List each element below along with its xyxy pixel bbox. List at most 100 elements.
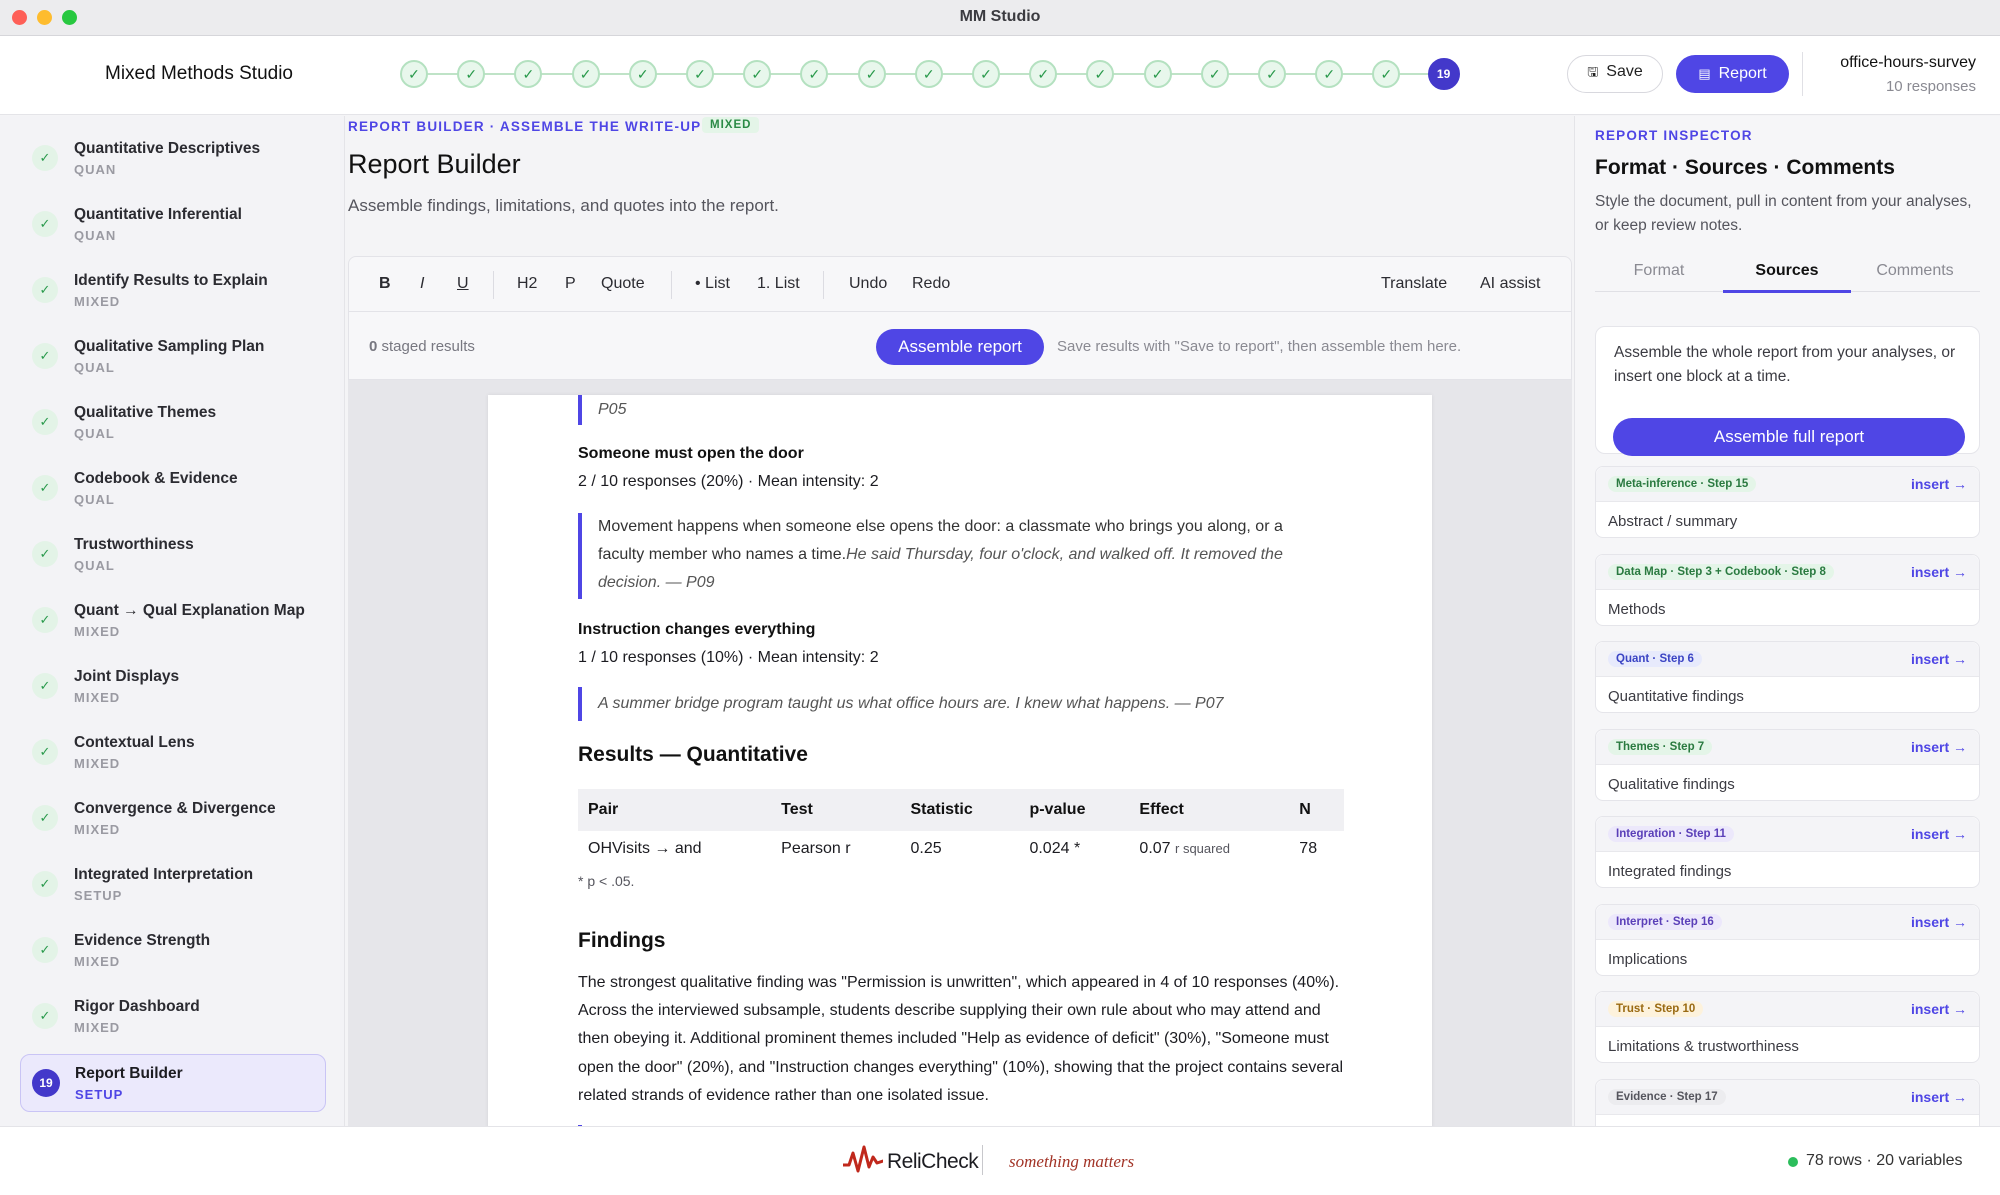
table-header-row: Pair Test Statistic p-value Effect N (578, 789, 1344, 831)
editor-toolbar: B I U H2 P Quote • List 1. List Undo Red… (348, 256, 1572, 312)
sidebar-item-label: Report Builder (75, 1065, 183, 1082)
step-complete-icon[interactable]: ✓ (1086, 60, 1115, 88)
report-page[interactable]: P05 Someone must open the door 2 / 10 re… (488, 395, 1432, 1126)
heading2-button[interactable]: H2 (517, 275, 537, 293)
sidebar-item-label: Qualitative Sampling Plan (74, 338, 265, 355)
source-card-header: Evidence · Step 17 insert → (1596, 1079, 1979, 1115)
step-complete-icon[interactable]: ✓ (457, 60, 486, 88)
assemble-report-button[interactable]: Assemble report (876, 329, 1044, 365)
quote-button[interactable]: Quote (601, 275, 645, 293)
sidebar-item[interactable]: ✓ Codebook & Evidence QUAL (20, 460, 326, 518)
check-icon: ✓ (32, 475, 58, 501)
step-complete-icon[interactable]: ✓ (1143, 60, 1172, 88)
translate-button[interactable]: Translate (1381, 275, 1447, 293)
step-complete-icon[interactable]: ✓ (1200, 60, 1229, 88)
sidebar-item-tag: QUAL (74, 492, 115, 507)
cell-statistic: 0.25 (910, 840, 942, 857)
step-complete-icon[interactable]: ✓ (914, 60, 943, 88)
ai-assist-button[interactable]: AI assist (1480, 275, 1540, 293)
step-complete-icon[interactable]: ✓ (400, 60, 428, 88)
sidebar-item[interactable]: ✓ Qualitative Sampling Plan QUAL (20, 328, 326, 386)
source-section-label: Methods (1608, 600, 1666, 618)
tab-sources[interactable]: Sources (1723, 262, 1851, 280)
source-card-header: Quant · Step 6 insert → (1596, 642, 1979, 677)
insert-link[interactable]: insert → (1911, 564, 1967, 580)
source-card: Integration · Step 11 insert → Integrated … (1595, 816, 1980, 888)
insert-link[interactable]: insert → (1911, 826, 1967, 842)
sidebar-item[interactable]: ✓ Rigor Dashboard MIXED (20, 988, 326, 1046)
step-complete-icon[interactable]: ✓ (571, 60, 600, 88)
source-step-badge: Trust · Step 10 (1608, 1001, 1704, 1017)
sidebar-item[interactable]: ✓ Identify Results to Explain MIXED (20, 262, 326, 320)
undo-button[interactable]: Undo (849, 275, 887, 293)
paragraph-button[interactable]: P (565, 275, 576, 293)
step-complete-icon[interactable]: ✓ (1372, 60, 1401, 88)
logo-text: ReliCheck (887, 1150, 979, 1173)
redo-button[interactable]: Redo (912, 275, 950, 293)
check-icon: ✓ (32, 541, 58, 567)
tab-comments[interactable]: Comments (1851, 262, 1979, 280)
source-section-label: Implications (1608, 950, 1688, 968)
sidebar-item[interactable]: ✓ Trustworthiness QUAL (20, 526, 326, 584)
cell-n: 78 (1299, 840, 1318, 857)
tab-format[interactable]: Format (1595, 262, 1723, 280)
sidebar-item[interactable]: ✓ Convergence & Divergence MIXED (20, 790, 326, 848)
step-complete-icon[interactable]: ✓ (800, 60, 829, 88)
insert-link[interactable]: insert → (1911, 476, 1967, 492)
insert-link[interactable]: insert → (1911, 914, 1967, 930)
report-button[interactable]: ▤ Report (1676, 55, 1789, 93)
theme-stats: 2 / 10 responses (20%) · Mean intensity:… (578, 473, 879, 490)
bold-button[interactable]: B (379, 275, 391, 293)
sidebar-item[interactable]: ✓ Evidence Strength MIXED (20, 922, 326, 980)
cell-pair: OHVisits → and (588, 840, 702, 857)
report-inspector: REPORT INSPECTOR Format · Sources · Comm… (1574, 116, 2000, 1126)
step-complete-icon[interactable]: ✓ (686, 60, 714, 88)
insert-link[interactable]: insert → (1911, 1001, 1967, 1017)
assemble-panel-text: Assemble the whole report from your anal… (1614, 344, 1956, 385)
staged-count: 0 staged results (369, 338, 475, 355)
sidebar-item[interactable]: ✓ Quant → Qual Explanation Map MIXED (20, 592, 326, 650)
mode-badge: MIXED (702, 117, 760, 133)
cell-effect: 0.07 r squared (1129, 831, 1289, 867)
step-complete-icon[interactable]: ✓ (514, 60, 543, 88)
bullet-list-button[interactable]: • List (695, 275, 730, 293)
step-complete-icon[interactable]: ✓ (1258, 60, 1286, 88)
step-complete-icon[interactable]: ✓ (857, 60, 886, 88)
numbered-list-button[interactable]: 1. List (757, 275, 800, 293)
document-canvas[interactable]: P05 Someone must open the door 2 / 10 re… (348, 380, 1572, 1126)
insert-link[interactable]: insert → (1911, 651, 1967, 667)
sidebar-item-label: Convergence & Divergence (74, 800, 276, 817)
underline-button[interactable]: U (457, 275, 469, 293)
project-responses: 10 responses (1885, 78, 1976, 95)
save-button[interactable]: 🖫 Save (1567, 55, 1663, 93)
sidebar-item-label: Quantitative Descriptives (74, 140, 261, 157)
step-complete-icon[interactable]: ✓ (628, 60, 657, 88)
sidebar-item-tag: QUAN (74, 228, 117, 243)
step-complete-icon[interactable]: ✓ (972, 60, 1000, 88)
step-complete-icon[interactable]: ✓ (1029, 60, 1058, 88)
insert-link[interactable]: insert → (1911, 739, 1967, 755)
check-icon: ✓ (32, 673, 58, 699)
results-heading: Results — Quantitative (578, 743, 808, 766)
sidebar-item[interactable]: ✓ Joint Displays MIXED (20, 658, 326, 716)
sidebar-item[interactable]: ✓ Contextual Lens MIXED (20, 724, 326, 782)
sidebar-item[interactable]: 19 Report Builder SETUP (20, 1054, 326, 1112)
sidebar-item[interactable]: ✓ Integrated Interpretation SETUP (20, 856, 326, 914)
table-row: OHVisits → and Pearson r 0.25 0.024 * 0.… (578, 831, 1344, 867)
sidebar-item[interactable]: ✓ Quantitative Descriptives QUAN (20, 130, 326, 188)
toolbar-divider (823, 271, 824, 299)
active-tab-indicator (1723, 290, 1851, 293)
check-icon: ✓ (32, 211, 58, 237)
assemble-full-report-button[interactable]: Assemble full report (1613, 418, 1965, 456)
step-current[interactable]: 19 (1427, 58, 1460, 90)
sidebar-item[interactable]: ✓ Quantitative Inferential QUAN (20, 196, 326, 254)
sidebar-item-label: Qualitative Themes (74, 404, 217, 421)
source-card-header: Integration · Step 11 insert → (1596, 817, 1979, 852)
sidebar-item-tag: MIXED (74, 690, 121, 705)
step-complete-icon[interactable]: ✓ (743, 60, 772, 88)
step-complete-icon[interactable]: ✓ (1315, 60, 1344, 88)
sidebar-item[interactable]: ✓ Qualitative Themes QUAL (20, 394, 326, 452)
insert-link[interactable]: insert → (1911, 1089, 1967, 1105)
sidebar-item-tag: QUAN (74, 162, 117, 177)
italic-button[interactable]: I (420, 275, 424, 293)
